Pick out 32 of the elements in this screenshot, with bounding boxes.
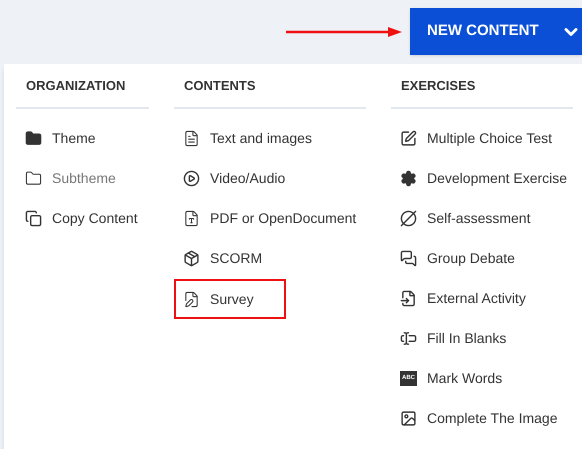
column-heading: ORGANIZATION	[25, 76, 126, 94]
package-icon	[183, 250, 200, 266]
folder-icon	[25, 170, 42, 186]
menu-item[interactable]: Complete The Image	[391, 398, 573, 438]
column-heading: EXERCISES	[400, 76, 476, 94]
menu-item[interactable]: Multiple Choice Test	[391, 118, 573, 158]
text-cursor-icon	[400, 330, 417, 346]
play-icon	[183, 170, 200, 186]
image-icon	[400, 410, 417, 426]
menu-item[interactable]: Survey	[174, 279, 286, 319]
copy-icon	[25, 210, 42, 226]
menu-item[interactable]: Copy Content	[16, 198, 149, 238]
edit-icon	[400, 130, 417, 146]
menu-item[interactable]: PDF or OpenDocument	[174, 198, 366, 238]
file-import-icon	[400, 290, 417, 306]
chat-icon	[400, 250, 417, 266]
document-icon	[183, 130, 200, 146]
document-pen-icon	[183, 290, 200, 308]
column-heading: CONTENTS	[183, 76, 256, 94]
menu-item[interactable]: Self-assessment	[391, 198, 573, 238]
menu-item[interactable]: Theme	[16, 118, 149, 158]
menu-item[interactable]: SCORM	[174, 238, 366, 278]
menu-item[interactable]: Group Debate	[391, 238, 573, 278]
arrow-icon	[286, 26, 402, 38]
pdf-file-icon	[183, 210, 200, 226]
menu-item[interactable]: Fill In Blanks	[391, 318, 573, 358]
menu-item[interactable]: External Activity	[391, 278, 573, 318]
menu-item[interactable]: Text and images	[174, 118, 366, 158]
menu-item[interactable]: Development Exercise	[391, 158, 573, 198]
menu-item[interactable]: Video/Audio	[174, 158, 366, 198]
new-content-button[interactable]: NEW CONTENT	[410, 8, 582, 55]
folder-icon	[25, 130, 42, 146]
